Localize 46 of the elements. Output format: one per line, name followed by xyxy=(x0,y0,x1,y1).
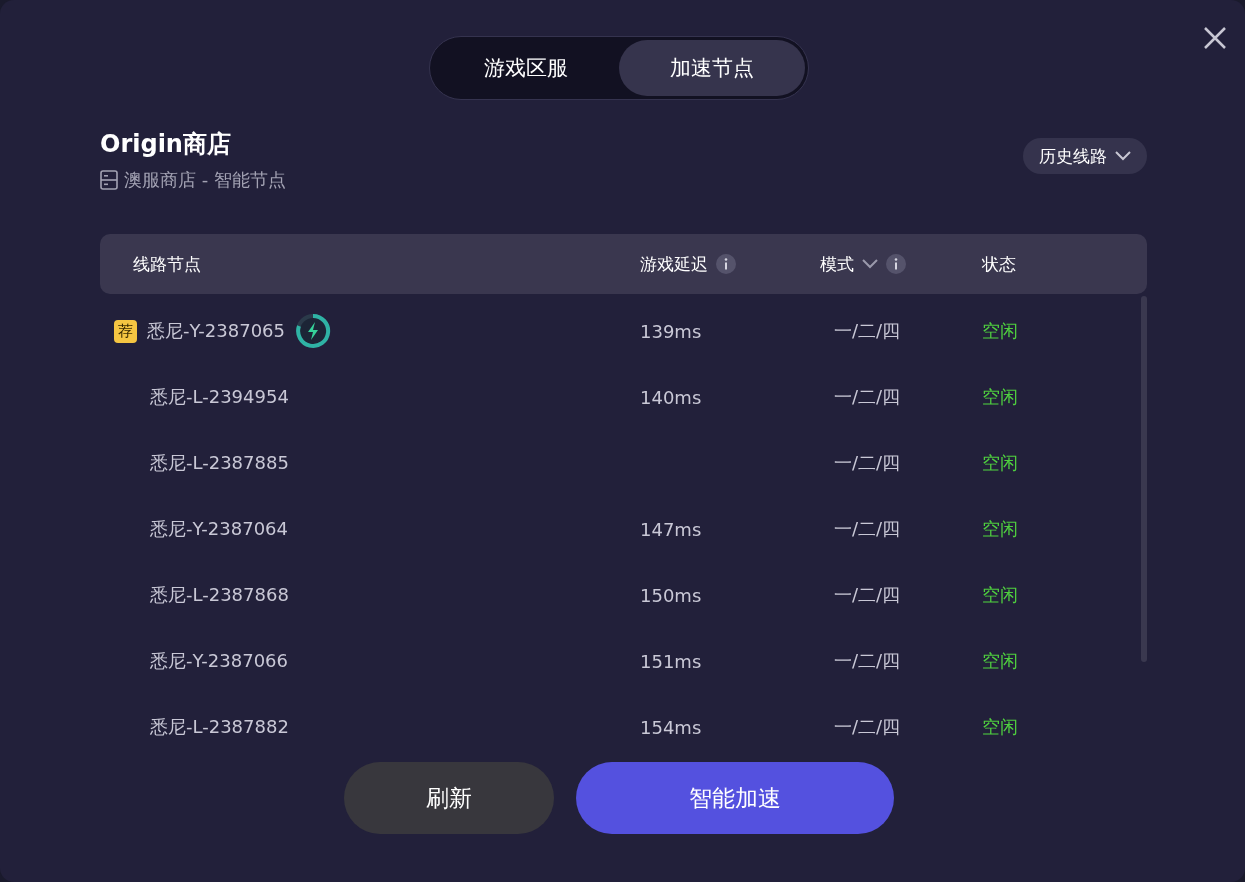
node-name: 悉尼-L-2387868 xyxy=(150,583,289,607)
status-value: 空闲 xyxy=(982,386,1018,407)
server-subtitle: 澳服商店 - 智能节点 xyxy=(124,168,286,192)
mode-value: 一/二/四 xyxy=(833,452,901,473)
mode-value: 一/二/四 xyxy=(833,518,901,539)
lightning-icon xyxy=(295,313,331,349)
node-name: 悉尼-L-2394954 xyxy=(150,385,289,409)
node-name: 悉尼-Y-2387064 xyxy=(150,517,288,541)
latency-value: 150ms xyxy=(640,584,702,606)
tab[interactable]: 游戏区服 xyxy=(432,40,619,96)
info-icon[interactable] xyxy=(886,254,906,274)
mode-value: 一/二/四 xyxy=(833,716,901,737)
info-icon[interactable] xyxy=(716,254,736,274)
node-name: 悉尼-L-2387882 xyxy=(150,715,289,739)
status-value: 空闲 xyxy=(982,518,1018,539)
tab[interactable]: 加速节点 xyxy=(618,40,805,96)
status-value: 空闲 xyxy=(982,650,1018,671)
accelerate-button[interactable]: 智能加速 xyxy=(575,762,894,834)
refresh-button[interactable]: 刷新 xyxy=(343,762,554,834)
mode-value: 一/二/四 xyxy=(833,320,901,341)
latency-value: 151ms xyxy=(640,650,702,672)
column-header: 线路节点 xyxy=(133,252,201,276)
mode-value: 一/二/四 xyxy=(833,386,901,407)
latency-value: 147ms xyxy=(640,518,702,540)
chevron-down-icon xyxy=(862,259,878,269)
chevron-down-icon xyxy=(1115,151,1131,161)
latency-value: 140ms xyxy=(640,386,702,408)
latency-value: 154ms xyxy=(640,716,702,738)
column-header: 模式 xyxy=(820,252,854,276)
status-value: 空闲 xyxy=(982,320,1018,341)
status-value: 空闲 xyxy=(982,452,1018,473)
status-value: 空闲 xyxy=(982,716,1018,737)
server-icon xyxy=(100,170,118,190)
column-header: 状态 xyxy=(982,252,1016,276)
scrollbar[interactable] xyxy=(1141,296,1147,662)
game-title: Origin商店 xyxy=(100,129,232,160)
latency-value: 139ms xyxy=(640,320,702,342)
mode-value: 一/二/四 xyxy=(833,650,901,671)
node-name: 悉尼-L-2387885 xyxy=(150,451,289,475)
history-dropdown[interactable]: 历史线路 xyxy=(1023,138,1147,174)
node-name: 悉尼-Y-2387065 xyxy=(147,319,285,343)
node-name: 悉尼-Y-2387066 xyxy=(150,649,288,673)
recommended-badge: 荐 xyxy=(114,319,137,343)
column-header: 游戏延迟 xyxy=(640,252,708,276)
status-value: 空闲 xyxy=(982,584,1018,605)
mode-value: 一/二/四 xyxy=(833,584,901,605)
